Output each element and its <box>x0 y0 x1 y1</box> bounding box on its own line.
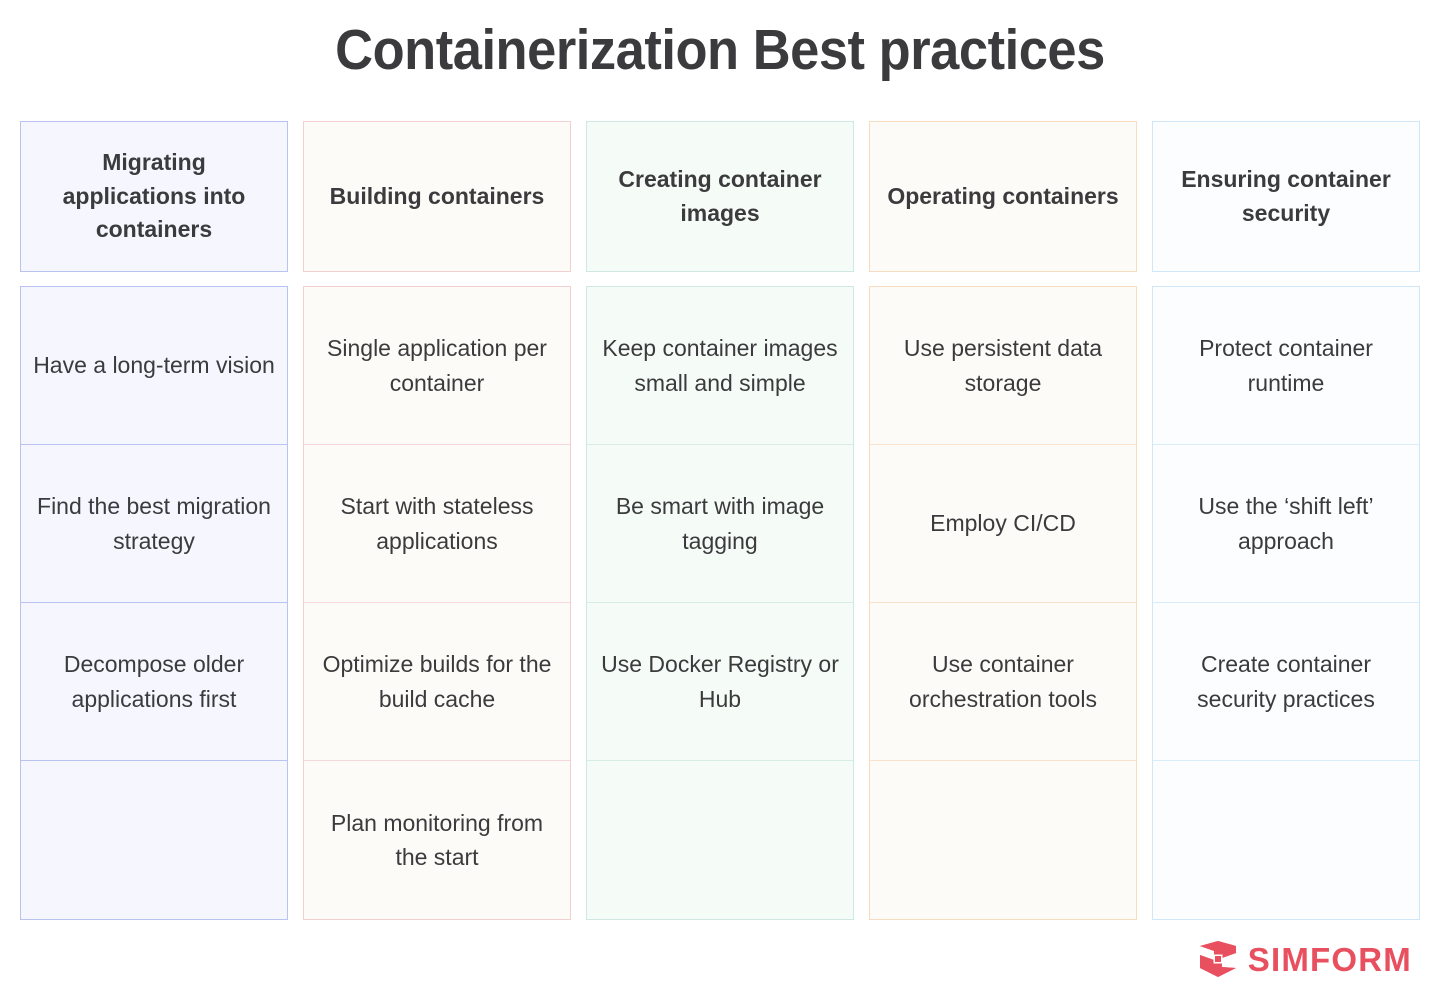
practice-cell: Keep container images small and simple <box>587 287 853 445</box>
column-body: Keep container images small and simple B… <box>586 286 854 920</box>
practice-cell: Plan monitoring from the start <box>330 809 544 871</box>
column-body: Single application per container Start w… <box>303 286 571 920</box>
practice-cell: Use Docker Registry or Hub <box>587 603 853 761</box>
practice-cell: Have a long-term vision <box>21 287 287 445</box>
column-body: Have a long-term vision Find the best mi… <box>20 286 288 920</box>
best-practices-grid: Migrating applications into containers H… <box>20 121 1420 920</box>
practice-cell: Single application per container <box>304 287 570 445</box>
column-operating-containers: Operating containers Use persistent data… <box>869 121 1137 920</box>
column-body: Use persistent data storage Employ CI/CD… <box>869 286 1137 920</box>
simform-wordmark: SIMFORM <box>1247 940 1412 978</box>
practice-cell: Create container security practices <box>1153 603 1419 761</box>
column-header: Building containers <box>303 121 571 272</box>
practice-cell: Use the ‘shift left’ approach <box>1153 445 1419 603</box>
column-header: Ensuring container security <box>1152 121 1420 272</box>
column-building-containers: Building containers Single application p… <box>303 121 571 920</box>
practice-cell-empty <box>587 761 853 919</box>
practice-cell: Decompose older applications first <box>21 603 287 761</box>
column-header: Operating containers <box>869 121 1137 272</box>
practice-cell: Find the best migration strategy <box>21 445 287 603</box>
practice-cell-empty <box>870 761 1136 919</box>
simform-logo: SIMFORM <box>1198 940 1412 978</box>
practice-cell: Optimize builds for the build cache <box>304 603 570 761</box>
practice-cell: Protect container runtime <box>1153 287 1419 445</box>
practice-cell: Be smart with image tagging <box>587 445 853 603</box>
column-header: Creating container images <box>586 121 854 272</box>
practice-cell: Employ CI/CD <box>870 445 1136 603</box>
practice-cell-empty <box>1153 761 1419 919</box>
practice-cell-empty <box>21 761 287 919</box>
column-ensuring-container-security: Ensuring container security Protect cont… <box>1152 121 1420 920</box>
practice-cell: Use persistent data storage <box>870 287 1136 445</box>
column-migrating-applications-into-containers: Migrating applications into containers H… <box>20 121 288 920</box>
practice-cell: Use container orchestration tools <box>870 603 1136 761</box>
practice-cell: Start with stateless applications <box>304 445 570 603</box>
column-creating-container-images: Creating container images Keep container… <box>586 121 854 920</box>
column-header: Migrating applications into containers <box>20 121 288 272</box>
simform-diamond-icon <box>1198 940 1238 978</box>
column-body: Protect container runtime Use the ‘shift… <box>1152 286 1420 920</box>
page-title: Containerization Best practices <box>335 18 1105 82</box>
